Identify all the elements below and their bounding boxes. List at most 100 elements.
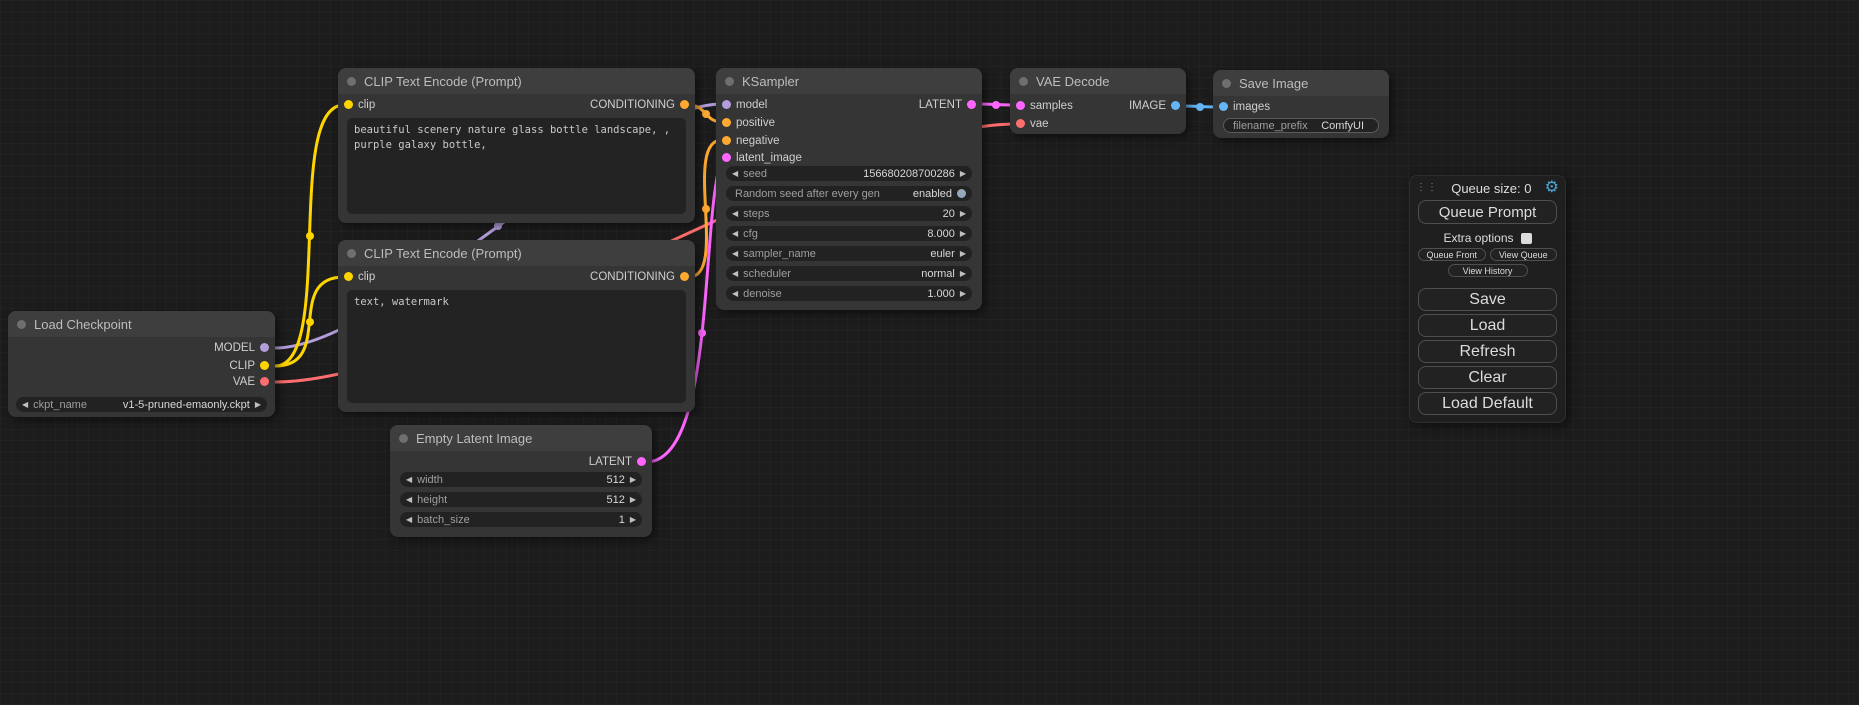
output-port-conditioning[interactable]: CONDITIONING [590, 271, 689, 283]
batch-size-widget[interactable]: ◀ batch_size 1 ▶ [400, 512, 642, 527]
increment-arrow-icon[interactable]: ▶ [960, 210, 966, 218]
node-header[interactable]: CLIP Text Encode (Prompt) [338, 240, 695, 266]
decrement-arrow-icon[interactable]: ◀ [732, 270, 738, 278]
input-port-vae[interactable]: vae [1016, 118, 1049, 130]
latent-port-dot[interactable] [1016, 101, 1025, 110]
input-port-positive[interactable]: positive [722, 117, 775, 129]
conditioning-port-dot[interactable] [680, 100, 689, 109]
node-header[interactable]: VAE Decode [1010, 68, 1186, 94]
collapse-dot-icon[interactable] [1222, 79, 1231, 88]
input-port-model[interactable]: model [722, 99, 767, 111]
drag-handle-icon[interactable]: ⋮⋮ [1416, 183, 1438, 193]
random-seed-toggle-widget[interactable]: Random seed after every gen enabled [726, 186, 972, 201]
input-port-clip[interactable]: clip [344, 99, 375, 111]
output-port-clip[interactable]: CLIP [229, 360, 269, 372]
extra-options-checkbox[interactable] [1521, 233, 1532, 244]
vae-port-dot[interactable] [1016, 119, 1025, 128]
filename-prefix-widget[interactable]: filename_prefix ComfyUI [1223, 118, 1379, 133]
collapse-dot-icon[interactable] [1019, 77, 1028, 86]
increment-arrow-icon[interactable]: ▶ [960, 250, 966, 258]
conditioning-port-dot[interactable] [722, 118, 731, 127]
collapse-dot-icon[interactable] [347, 249, 356, 258]
view-history-button[interactable]: View History [1448, 264, 1528, 277]
decrement-arrow-icon[interactable]: ◀ [732, 210, 738, 218]
node-header[interactable]: KSampler [716, 68, 982, 94]
input-port-clip[interactable]: clip [344, 271, 375, 283]
increment-arrow-icon[interactable]: ▶ [960, 170, 966, 178]
load-button[interactable]: Load [1418, 314, 1557, 337]
prompt-textarea[interactable]: beautiful scenery nature glass bottle la… [347, 118, 686, 214]
queue-prompt-button[interactable]: Queue Prompt [1418, 200, 1557, 224]
model-port-dot[interactable] [722, 100, 731, 109]
width-widget[interactable]: ◀ width 512 ▶ [400, 472, 642, 487]
node-graph-canvas[interactable]: Load Checkpoint MODEL CLIP VAE ◀ ckpt_na… [0, 0, 1859, 705]
refresh-button[interactable]: Refresh [1418, 340, 1557, 363]
clear-button[interactable]: Clear [1418, 366, 1557, 389]
cfg-widget[interactable]: ◀ cfg 8.000 ▶ [726, 226, 972, 241]
scheduler-widget[interactable]: ◀ scheduler normal ▶ [726, 266, 972, 281]
increment-arrow-icon[interactable]: ▶ [255, 401, 261, 409]
seed-widget[interactable]: ◀ seed 156680208700286 ▶ [726, 166, 972, 181]
output-port-image[interactable]: IMAGE [1129, 100, 1180, 112]
collapse-dot-icon[interactable] [399, 434, 408, 443]
latent-port-dot[interactable] [967, 100, 976, 109]
input-port-latent-image[interactable]: latent_image [722, 152, 802, 164]
output-port-model[interactable]: MODEL [214, 342, 269, 354]
increment-arrow-icon[interactable]: ▶ [630, 516, 636, 524]
queue-front-button[interactable]: Queue Front [1418, 248, 1486, 261]
sampler-name-widget[interactable]: ◀ sampler_name euler ▶ [726, 246, 972, 261]
node-ksampler[interactable]: KSampler model LATENT positive negative [716, 68, 982, 310]
node-header[interactable]: CLIP Text Encode (Prompt) [338, 68, 695, 94]
decrement-arrow-icon[interactable]: ◀ [406, 516, 412, 524]
collapse-dot-icon[interactable] [17, 320, 26, 329]
collapse-dot-icon[interactable] [725, 77, 734, 86]
node-clip-text-encode-positive[interactable]: CLIP Text Encode (Prompt) clip CONDITION… [338, 68, 695, 223]
node-vae-decode[interactable]: VAE Decode samples IMAGE vae [1010, 68, 1186, 134]
vae-port-dot[interactable] [260, 377, 269, 386]
node-header[interactable]: Empty Latent Image [390, 425, 652, 451]
decrement-arrow-icon[interactable]: ◀ [732, 230, 738, 238]
latent-port-dot[interactable] [722, 153, 731, 162]
input-port-negative[interactable]: negative [722, 135, 779, 147]
conditioning-port-dot[interactable] [722, 136, 731, 145]
node-header[interactable]: Save Image [1213, 70, 1389, 96]
decrement-arrow-icon[interactable]: ◀ [732, 170, 738, 178]
height-widget[interactable]: ◀ height 512 ▶ [400, 492, 642, 507]
model-port-dot[interactable] [260, 343, 269, 352]
denoise-widget[interactable]: ◀ denoise 1.000 ▶ [726, 286, 972, 301]
queue-menu-panel[interactable]: ⋮⋮ Queue size: 0 ⚙ Queue Prompt Extra op… [1409, 175, 1566, 423]
prompt-textarea[interactable]: text, watermark [347, 290, 686, 403]
steps-widget[interactable]: ◀ steps 20 ▶ [726, 206, 972, 221]
decrement-arrow-icon[interactable]: ◀ [732, 250, 738, 258]
load-default-button[interactable]: Load Default [1418, 392, 1557, 415]
node-save-image[interactable]: Save Image images filename_prefix ComfyU… [1213, 70, 1389, 138]
decrement-arrow-icon[interactable]: ◀ [732, 290, 738, 298]
input-port-samples[interactable]: samples [1016, 100, 1073, 112]
increment-arrow-icon[interactable]: ▶ [960, 230, 966, 238]
conditioning-port-dot[interactable] [680, 272, 689, 281]
increment-arrow-icon[interactable]: ▶ [630, 496, 636, 504]
output-port-conditioning[interactable]: CONDITIONING [590, 99, 689, 111]
decrement-arrow-icon[interactable]: ◀ [406, 496, 412, 504]
view-queue-button[interactable]: View Queue [1490, 248, 1558, 261]
input-port-images[interactable]: images [1219, 101, 1270, 113]
ckpt-name-widget[interactable]: ◀ ckpt_name v1-5-pruned-emaonly.ckpt ▶ [16, 397, 267, 412]
increment-arrow-icon[interactable]: ▶ [960, 290, 966, 298]
increment-arrow-icon[interactable]: ▶ [960, 270, 966, 278]
output-port-latent[interactable]: LATENT [919, 99, 976, 111]
increment-arrow-icon[interactable]: ▶ [630, 476, 636, 484]
decrement-arrow-icon[interactable]: ◀ [406, 476, 412, 484]
node-empty-latent-image[interactable]: Empty Latent Image LATENT ◀ width 512 ▶ … [390, 425, 652, 537]
clip-port-dot[interactable] [344, 100, 353, 109]
image-port-dot[interactable] [1219, 102, 1228, 111]
latent-port-dot[interactable] [637, 457, 646, 466]
collapse-dot-icon[interactable] [347, 77, 356, 86]
image-port-dot[interactable] [1171, 101, 1180, 110]
clip-port-dot[interactable] [260, 361, 269, 370]
node-load-checkpoint[interactable]: Load Checkpoint MODEL CLIP VAE ◀ ckpt_na… [8, 311, 275, 417]
save-button[interactable]: Save [1418, 288, 1557, 311]
output-port-latent[interactable]: LATENT [589, 456, 646, 468]
toggle-dot-icon[interactable] [957, 189, 966, 198]
output-port-vae[interactable]: VAE [233, 376, 269, 388]
decrement-arrow-icon[interactable]: ◀ [22, 401, 28, 409]
